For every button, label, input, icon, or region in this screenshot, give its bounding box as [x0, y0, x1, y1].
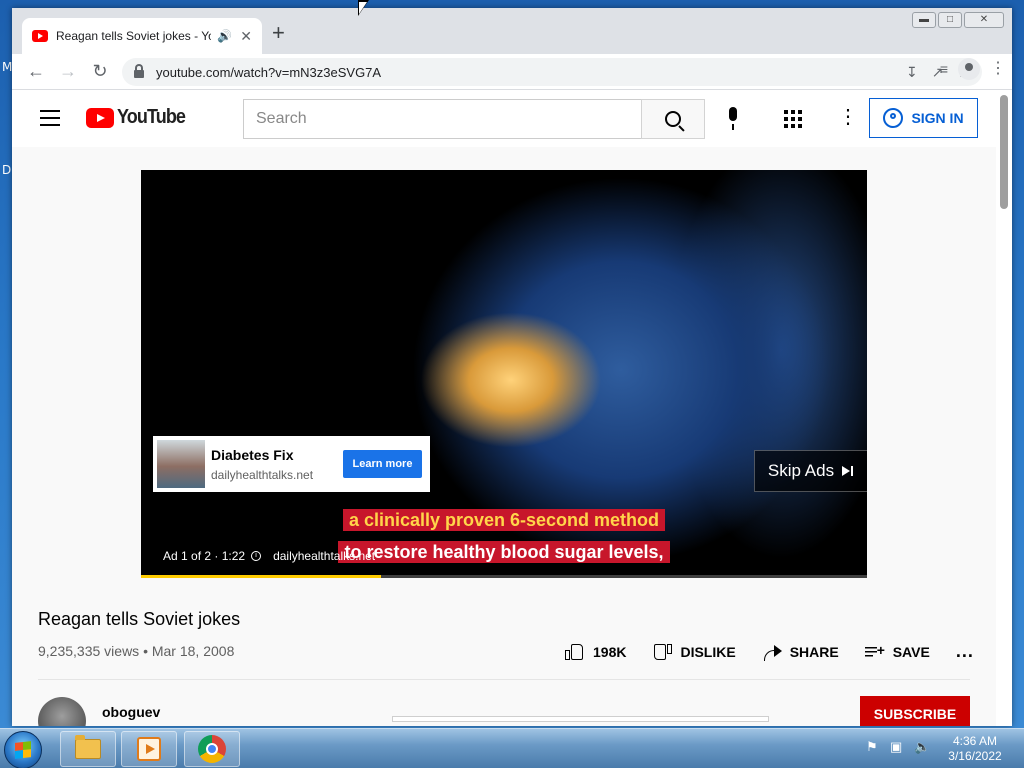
chrome-icon — [198, 735, 226, 763]
dislike-button[interactable]: DISLIKE — [652, 643, 735, 661]
ad-position-text: Ad 1 of 2 · 1:22 — [163, 549, 246, 563]
taskbar-explorer[interactable] — [60, 731, 116, 767]
forward-arrow-icon[interactable]: → — [52, 58, 84, 86]
share-button[interactable]: SHARE — [762, 643, 839, 661]
caption-text: to restore healthy blood sugar levels, — [338, 541, 670, 563]
sign-in-label: SIGN IN — [911, 110, 964, 126]
search-button[interactable] — [641, 99, 705, 139]
video-title: Reagan tells Soviet jokes — [38, 609, 241, 629]
apps-grid-icon[interactable] — [784, 110, 802, 128]
media-player-icon — [137, 737, 161, 761]
channel-avatar[interactable] — [38, 697, 86, 726]
speaker-icon[interactable]: 🔊 — [217, 29, 232, 43]
maximize-button[interactable]: □ — [938, 12, 962, 28]
back-arrow-icon[interactable]: ← — [20, 58, 52, 86]
ad-info-bar: Ad 1 of 2 · 1:22 i dailyhealthtalks.net — [163, 549, 375, 563]
action-center-icon[interactable]: ⚑ — [866, 739, 882, 755]
youtube-favicon-icon — [32, 30, 48, 42]
tab-strip: Reagan tells Soviet jokes - YouTube 🔊 ✕ … — [12, 8, 1012, 54]
clock-time: 4:36 AM — [952, 734, 998, 748]
desktop-icon-label[interactable]: M — [2, 60, 12, 74]
vertical-scrollbar[interactable] — [996, 91, 1012, 726]
minimize-button[interactable]: ▬ — [912, 12, 936, 28]
video-actions: 198K DISLIKE SHARE SAVE ... — [565, 641, 974, 662]
install-app-icon[interactable]: ↧ — [906, 64, 918, 81]
clock-date: 3/16/2022 — [948, 749, 1002, 763]
save-button[interactable]: SAVE — [864, 642, 930, 660]
sign-in-button[interactable]: SIGN IN — [869, 98, 978, 138]
youtube-logo-text: YouTube — [117, 106, 186, 128]
youtube-page: YouTube Search ⋮ SIGN IN Diabetes Fix da… — [12, 91, 996, 726]
video-player[interactable]: Diabetes Fix dailyhealthtalks.net Learn … — [141, 170, 867, 578]
ad-progress-fill — [141, 575, 381, 578]
ad-overlay-card[interactable]: Diabetes Fix dailyhealthtalks.net Learn … — [153, 436, 430, 492]
volume-icon[interactable]: 🔈 — [914, 739, 930, 755]
system-tray: ⚑ ▣ 🔈 — [866, 739, 930, 755]
dislike-label: DISLIKE — [680, 643, 736, 660]
ad-thumbnail[interactable] — [157, 440, 205, 488]
search-icon — [665, 111, 681, 127]
scrollbar-thumb[interactable] — [1000, 95, 1008, 209]
youtube-play-icon — [86, 107, 114, 128]
chrome-window: Reagan tells Soviet jokes - YouTube 🔊 ✕ … — [12, 8, 1012, 726]
folder-icon — [75, 735, 101, 759]
learn-more-button[interactable]: Learn more — [343, 450, 422, 478]
share-icon — [762, 644, 782, 661]
thumbs-up-icon — [565, 643, 585, 661]
divider — [38, 679, 970, 680]
microphone-icon[interactable] — [724, 107, 742, 131]
browser-tab[interactable]: Reagan tells Soviet jokes - YouTube 🔊 ✕ — [22, 18, 262, 54]
more-options-icon[interactable]: ⋮ — [838, 107, 858, 127]
youtube-header: YouTube Search ⋮ SIGN IN — [12, 91, 996, 147]
share-label: SHARE — [789, 643, 839, 660]
network-icon[interactable]: ▣ — [890, 739, 906, 755]
caption-text: a clinically proven 6-second method — [342, 509, 666, 531]
info-icon[interactable]: i — [251, 551, 262, 561]
close-tab-icon[interactable]: ✕ — [240, 28, 252, 45]
new-tab-button[interactable]: + — [272, 22, 285, 44]
caption-line: a clinically proven 6-second method — [141, 509, 867, 531]
taskbar-chrome[interactable] — [184, 731, 240, 767]
subscribe-button[interactable]: SUBSCRIBE — [860, 696, 970, 726]
save-label: SAVE — [892, 643, 930, 660]
window-controls: ▬ □ ✕ — [912, 12, 1004, 28]
skip-ads-label: Skip Ads — [767, 461, 835, 480]
channel-name[interactable]: oboguev — [102, 704, 160, 720]
close-window-button[interactable]: ✕ — [964, 12, 1004, 28]
system-clock[interactable]: 4:36 AM 3/16/2022 — [940, 734, 1010, 764]
ad-progress-bar[interactable] — [141, 575, 867, 578]
like-count: 198K — [593, 643, 627, 660]
start-button[interactable] — [4, 731, 42, 768]
search-input[interactable]: Search — [243, 99, 642, 139]
thumbs-down-icon — [652, 643, 672, 661]
more-actions-button[interactable]: ... — [956, 641, 974, 662]
reading-list-icon[interactable]: ≡ — [940, 61, 948, 77]
search-placeholder: Search — [256, 110, 307, 127]
taskbar-media-player[interactable] — [121, 731, 177, 767]
like-button[interactable]: 198K — [565, 643, 626, 661]
desktop-icon-label[interactable]: D — [2, 163, 11, 177]
account-icon — [883, 108, 904, 128]
tab-title: Reagan tells Soviet jokes - YouTube — [56, 29, 211, 43]
ad-domain[interactable]: dailyhealthtalks.net — [211, 468, 343, 482]
browser-toolbar: ← → ↻ youtube.com/watch?v=mN3z3eSVG7A ↧ … — [12, 54, 1012, 90]
horizontal-scrollbar[interactable] — [392, 716, 769, 722]
reload-icon[interactable]: ↻ — [84, 58, 116, 86]
ad-url-link[interactable]: dailyhealthtalks.net — [273, 549, 375, 563]
profile-icon[interactable] — [958, 58, 980, 80]
url-text[interactable]: youtube.com/watch?v=mN3z3eSVG7A — [156, 65, 381, 80]
taskbar: ⚑ ▣ 🔈 4:36 AM 3/16/2022 — [0, 728, 1024, 768]
youtube-logo[interactable]: YouTube — [86, 106, 193, 129]
lock-icon[interactable] — [134, 64, 144, 78]
hamburger-menu-icon[interactable] — [40, 110, 60, 126]
ad-title[interactable]: Diabetes Fix — [211, 447, 343, 463]
browser-menu-icon[interactable]: ⋮ — [990, 61, 1006, 77]
playlist-add-icon — [864, 642, 885, 659]
skip-next-icon — [842, 465, 854, 477]
video-meta: 9,235,335 views • Mar 18, 2008 — [38, 643, 235, 659]
address-bar[interactable]: youtube.com/watch?v=mN3z3eSVG7A ↧ ↗ ☆ — [122, 58, 982, 86]
skip-ads-button[interactable]: Skip Ads — [754, 450, 867, 492]
